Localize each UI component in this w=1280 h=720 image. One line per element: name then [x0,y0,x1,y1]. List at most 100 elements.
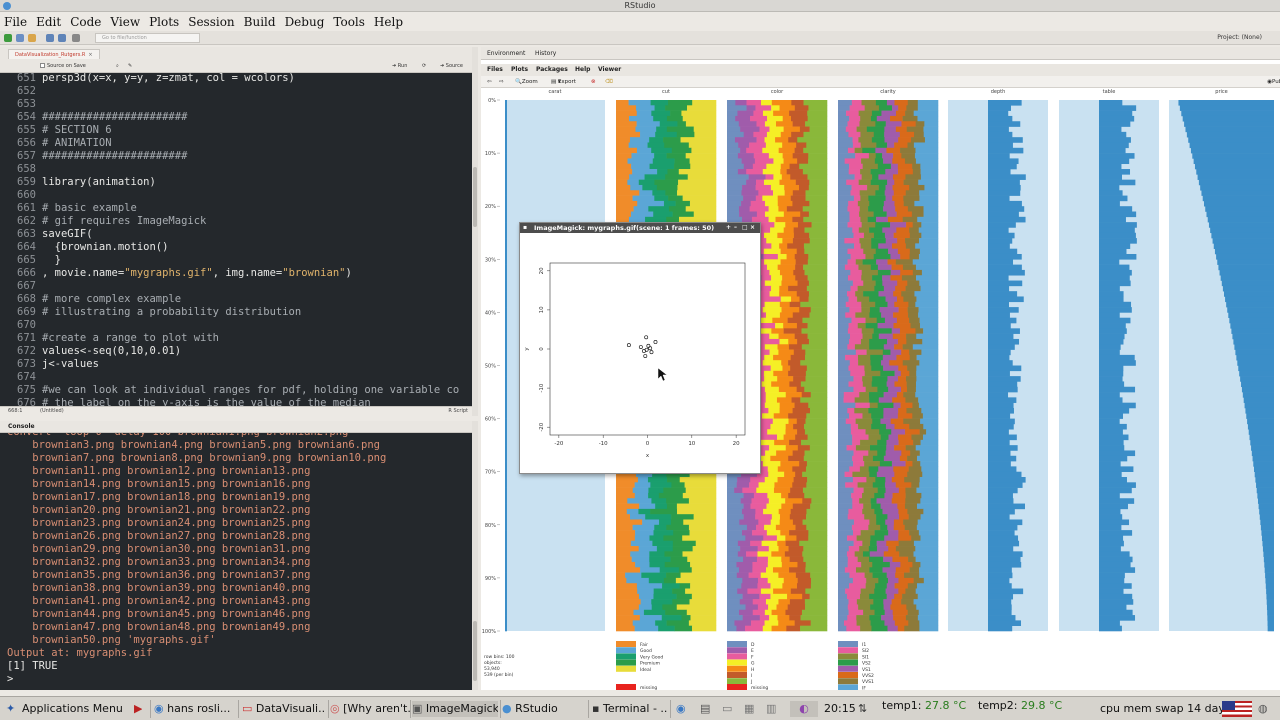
new-project-icon[interactable] [16,34,24,42]
clarity-segment [898,434,912,441]
menu-plots[interactable]: Plots [149,15,179,29]
scope-indicator[interactable]: (Untitled) [40,407,64,416]
editor-scroll-thumb[interactable] [473,167,477,227]
tab-plots[interactable]: Plots [511,64,528,76]
source-on-save-toggle[interactable]: Source on Save [40,61,86,71]
menu-file[interactable]: File [4,15,27,29]
close-window-icon[interactable]: × [750,223,755,233]
text-editor-icon[interactable]: ▭ [722,701,732,717]
color-segment [809,179,828,186]
save-all-icon[interactable] [58,34,66,42]
new-file-icon[interactable] [4,34,12,42]
open-file-icon[interactable] [28,34,36,42]
clarity-legend-swatch [838,684,858,691]
clock[interactable]: 20:15 [824,701,856,717]
price-bar [1237,360,1274,366]
editor-scrollbar[interactable] [472,47,478,416]
remove-plot-icon[interactable]: ⊗ [591,76,596,88]
color-segment [740,126,760,133]
goto-file-input[interactable]: Go to file/function [95,33,200,43]
clarity-segment [884,609,894,616]
tab-history[interactable]: History [535,47,556,60]
file-type[interactable]: R Script [448,407,468,416]
window-menu-icon[interactable]: ▪ [523,223,527,233]
clarity-segment [857,556,870,563]
color-segment [795,524,807,531]
tab-files[interactable]: Files [487,64,503,76]
notes-icon[interactable]: ▦ [744,701,754,717]
app-launcher-icon[interactable]: ▶ [134,701,142,717]
clarity-segment [871,381,887,388]
workspace-icon[interactable]: ◐ [790,701,818,717]
imagemagick-window[interactable]: ImageMagick: mygraphs.gif(scene: 1 frame… [519,222,761,474]
menu-view[interactable]: View [110,15,140,29]
menu-tools[interactable]: Tools [333,15,365,29]
xfce-menu-icon[interactable]: ✦ [6,701,15,717]
publish-button[interactable]: ◉ Publish [1267,76,1280,88]
taskbar-item-pdf[interactable]: ▭ DataVisuali... [242,701,326,717]
tab-viewer[interactable]: Viewer [598,64,621,76]
color-segment [791,296,800,303]
carat-bar [505,115,507,122]
carat-bar [505,445,507,451]
clarity-segment [873,253,891,260]
media-icon[interactable]: ▥ [766,701,776,717]
keyboard-layout-flag-icon[interactable] [1222,701,1252,717]
console-output[interactable]: convert -loop 0 -delay 100 brownian1.png… [0,433,472,690]
color-segment [793,349,806,356]
taskbar-item-terminal[interactable]: ▪ Terminal - ... [592,701,668,717]
source-button[interactable]: ➜ Source [440,61,463,71]
chromium-icon[interactable]: ◉ [676,701,686,717]
cut-segment [616,142,629,149]
taskbar: ✦ Applications Menu ▶ ◉ hans rosli... ▭ … [0,696,1280,720]
files-icon[interactable]: ▤ [700,701,710,717]
rerun-icon[interactable]: ⟳ [422,61,426,71]
wand-icon[interactable]: ✎ [128,61,132,71]
back-arrow-icon[interactable]: ⇦ [487,76,492,88]
console-scrollbar[interactable] [472,421,478,690]
export-button[interactable]: ▤ Export ▾ [551,76,576,88]
color-segment [802,471,828,478]
network-icon[interactable]: ⇅ [858,701,867,717]
color-segment [765,599,779,605]
zoom-button[interactable]: 🔍 Zoom [515,76,538,88]
search-icon[interactable]: ⌕ [116,61,119,71]
tab-environment[interactable]: Environment [487,47,525,60]
code-editor[interactable]: 651 persp3d(x=x, y=y, z=zmat, col = wcolo… [0,73,472,406]
pin-icon[interactable]: + [726,223,731,233]
color-segment [792,238,811,244]
print-icon[interactable] [72,34,80,42]
color-segment [761,338,780,345]
user-icon[interactable]: ◍ [1258,701,1268,717]
run-button[interactable]: ➜ Run [392,61,407,71]
menu-edit[interactable]: Edit [36,15,61,29]
taskbar-item-rstudio[interactable]: ● RStudio [502,701,582,717]
menu-build[interactable]: Build [244,15,276,29]
color-segment [734,137,757,143]
menu-help[interactable]: Help [374,15,403,29]
menu-session[interactable]: Session [188,15,234,29]
taskbar-item-chrome[interactable]: ◉ hans rosli... [154,701,236,717]
forward-arrow-icon[interactable]: ⇨ [499,76,504,88]
console-scroll-thumb[interactable] [473,621,477,681]
taskbar-item-imagemagick[interactable]: ▣ ImageMagick... [412,701,498,717]
cut-segment [632,195,655,202]
save-icon[interactable] [46,34,54,42]
color-segment [727,195,744,202]
project-menu[interactable]: Project: (None) [1217,32,1262,44]
system-monitor[interactable]: cpu mem swap 14 days [1100,701,1231,717]
minimize-icon[interactable]: – [734,223,737,233]
broom-icon[interactable]: ⌫ [605,76,613,88]
menu-debug[interactable]: Debug [285,15,325,29]
close-icon[interactable]: × [88,52,92,58]
taskbar-item-browser[interactable]: ◎ [Why aren't... [330,701,410,717]
tab-help[interactable]: Help [575,64,590,76]
menu-code[interactable]: Code [70,15,101,29]
color-segment [727,131,744,138]
imagemagick-titlebar[interactable]: ImageMagick: mygraphs.gif(scene: 1 frame… [520,223,760,233]
editor-tab[interactable]: DataVisualization_Rutgers.R × [8,49,100,59]
clarity-segment [907,307,919,313]
applications-menu[interactable]: Applications Menu [22,701,123,717]
tab-packages[interactable]: Packages [536,64,568,76]
maximize-icon[interactable]: □ [742,223,748,233]
